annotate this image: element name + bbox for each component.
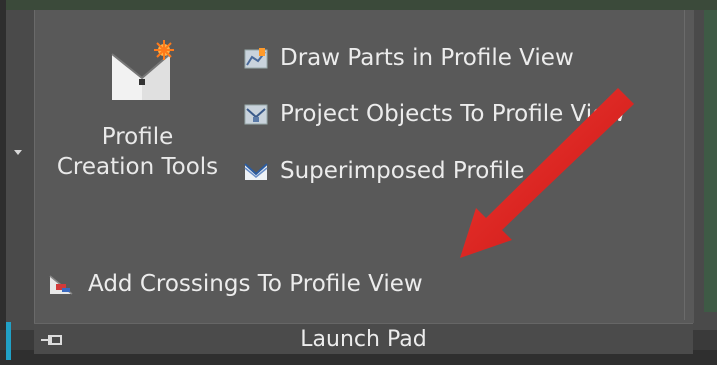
draw-parts-label: Draw Parts in Profile View xyxy=(280,45,574,71)
draw-parts-in-profile-view-button[interactable]: Draw Parts in Profile View xyxy=(244,40,574,76)
dropdown-arrow-icon[interactable] xyxy=(14,150,22,155)
superimposed-profile-label: Superimposed Profile xyxy=(280,158,525,184)
green-edge-strip xyxy=(704,10,717,312)
project-objects-icon xyxy=(244,104,268,125)
add-crossings-icon xyxy=(49,275,73,295)
project-objects-label: Project Objects To Profile View xyxy=(280,101,626,127)
profile-creation-tools-button[interactable]: Profile Creation Tools xyxy=(40,32,235,192)
add-crossings-label: Add Crossings To Profile View xyxy=(88,271,423,297)
add-crossings-to-profile-view-button[interactable]: Add Crossings To Profile View xyxy=(48,266,423,302)
panel-title-bar[interactable]: Launch Pad xyxy=(34,323,693,354)
left-edge xyxy=(0,0,6,365)
superimposed-profile-button[interactable]: Superimposed Profile xyxy=(244,153,524,189)
blue-edge-strip xyxy=(6,322,11,360)
profile-creation-tools-label: Profile Creation Tools xyxy=(56,124,219,180)
panel-title: Launch Pad xyxy=(300,327,427,352)
project-objects-to-profile-view-button[interactable]: Project Objects To Profile View xyxy=(244,96,625,132)
panel-divider xyxy=(684,10,685,320)
top-strip xyxy=(0,0,717,10)
draw-parts-icon xyxy=(244,48,268,69)
superimposed-profile-icon xyxy=(244,163,268,180)
profile-creation-icon xyxy=(111,40,174,100)
